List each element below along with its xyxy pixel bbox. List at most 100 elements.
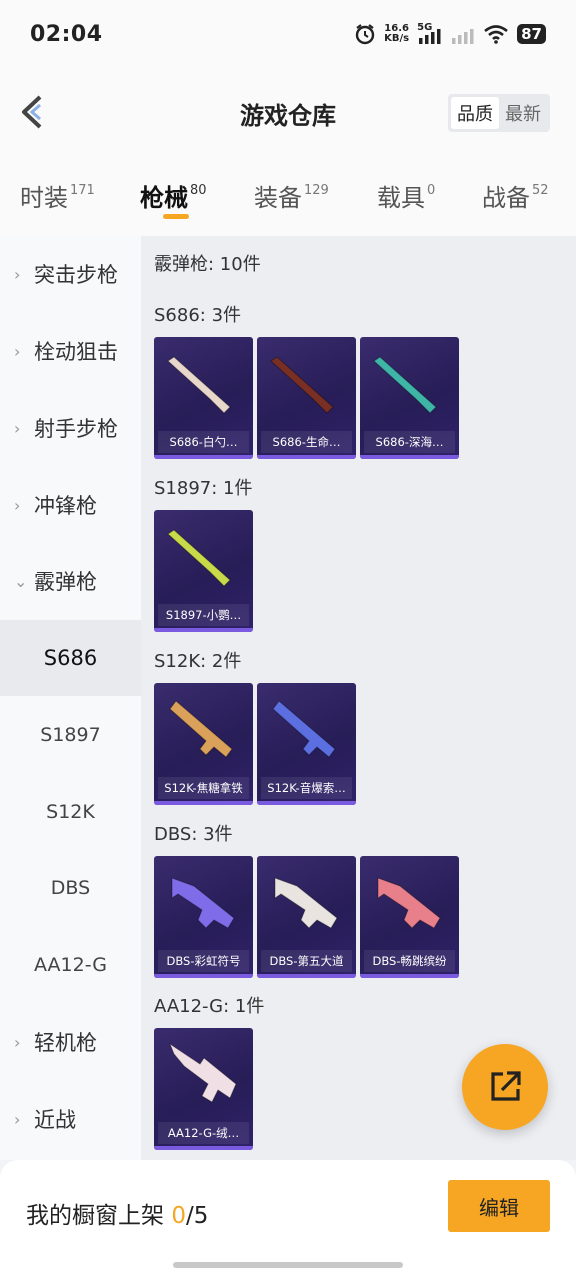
item-card[interactable]: DBS-畅跳缤纷 — [360, 856, 459, 978]
category-summary: 霰弹枪: 10件 — [154, 254, 261, 275]
chevron-right-icon: › — [14, 264, 21, 284]
tab-vehicles[interactable]: 载具 0 — [377, 178, 435, 213]
sidebar-item-lmg[interactable]: › 轻机枪 — [0, 1004, 141, 1080]
sidebar-item-label: S12K — [46, 801, 95, 823]
item-name: S686-生命… — [261, 431, 352, 453]
header: 游戏仓库 品质 最新 — [0, 68, 576, 156]
category-tabs: 时装 171 枪械 80 装备 129 载具 0 战备 52 — [0, 156, 576, 236]
item-card[interactable]: DBS-第五大道 — [257, 856, 356, 978]
item-card[interactable]: S12K-焦糖拿铁 — [154, 683, 253, 805]
sort-toggle: 品质 最新 — [448, 94, 550, 132]
auto-shotgun-icon — [168, 1042, 237, 1103]
item-name: S686-深海… — [364, 431, 455, 453]
alarm-icon — [355, 24, 375, 45]
sidebar-item-smg[interactable]: › 冲锋枪 — [0, 467, 141, 543]
item-card[interactable]: S1897-小鹦… — [154, 510, 253, 632]
item-name: S1897-小鹦… — [158, 604, 249, 626]
group-title: S12K: 2件 — [154, 651, 242, 672]
sidebar-item-label: 冲锋枪 — [34, 494, 97, 518]
tab-supplies[interactable]: 战备 52 — [482, 178, 549, 213]
bottom-bar: 我的橱窗上架 0/5 编辑 — [0, 1160, 576, 1280]
tab-firearms[interactable]: 枪械 80 — [140, 178, 207, 213]
bullpup-shotgun-icon — [377, 877, 441, 929]
tab-count: 52 — [532, 183, 549, 198]
tab-fashion[interactable]: 时装 171 — [20, 178, 95, 213]
rifle-shotgun-icon — [272, 700, 336, 758]
sidebar-item-label: 突击步枪 — [34, 263, 118, 287]
group-title: S686: 3件 — [154, 305, 242, 326]
item-name: DBS-畅跳缤纷 — [364, 950, 455, 972]
sidebar-item-bolt-sniper[interactable]: › 栓动狙击 — [0, 313, 141, 389]
item-card[interactable]: S12K-音爆索… — [257, 683, 356, 805]
item-card[interactable]: S686-生命… — [257, 337, 356, 459]
sidebar-item-marksman-rifle[interactable]: › 射手步枪 — [0, 390, 141, 466]
item-name: AA12-G-绒… — [158, 1122, 249, 1144]
item-name: DBS-彩虹符号 — [158, 950, 249, 972]
sidebar-item-label: S686 — [43, 646, 98, 670]
group-title: S1897: 1件 — [154, 478, 253, 499]
showcase-status: 我的橱窗上架 0/5 — [26, 1196, 208, 1230]
tab-count: 129 — [304, 183, 329, 198]
content-area: 霰弹枪: 10件 S686: 3件 S686-白勺… S686-生命… S686… — [141, 236, 576, 1160]
status-time: 02:04 — [30, 21, 103, 47]
battery-indicator: 87 — [517, 24, 546, 44]
shotgun-icon — [167, 356, 231, 414]
share-export-icon — [491, 1071, 521, 1101]
sidebar-sub-s12k[interactable]: S12K — [0, 774, 141, 850]
shotgun-icon — [373, 356, 437, 414]
chevron-down-icon: ⌄ — [14, 571, 28, 591]
sidebar-item-melee[interactable]: › 近战 — [0, 1081, 141, 1157]
edit-button[interactable]: 编辑 — [448, 1180, 550, 1232]
sidebar: › 突击步枪 › 栓动狙击 › 射手步枪 › 冲锋枪 ⌄ 霰弹枪 S686 S1897 S… — [0, 236, 141, 1160]
item-card[interactable]: S686-深海… — [360, 337, 459, 459]
wifi-icon — [484, 25, 508, 44]
sidebar-item-assault-rifle[interactable]: › 突击步枪 — [0, 236, 141, 312]
showcase-total: /5 — [185, 1203, 209, 1229]
signal-weak-icon — [452, 29, 474, 44]
chevron-right-icon: › — [14, 1032, 21, 1052]
group-title: DBS: 3件 — [154, 824, 233, 845]
group-title: AA12-G: 1件 — [154, 996, 265, 1017]
signal-5g: 5G — [417, 22, 443, 45]
signal-strong-icon — [419, 29, 441, 44]
tab-label: 装备 — [254, 184, 302, 212]
shotgun-icon — [167, 529, 231, 587]
sidebar-item-shotgun[interactable]: ⌄ 霰弹枪 — [0, 543, 141, 619]
sidebar-sub-aa12g[interactable]: AA12-G — [0, 927, 141, 1003]
showcase-label: 我的橱窗上架 — [26, 1203, 164, 1229]
item-name: DBS-第五大道 — [261, 950, 352, 972]
net-speed: 16.6 KB/s — [384, 24, 409, 44]
chevron-right-icon: › — [14, 1109, 21, 1129]
item-card[interactable]: S686-白勺… — [154, 337, 253, 459]
tab-label: 时装 — [20, 184, 68, 212]
active-tab-indicator — [163, 214, 189, 219]
tab-count: 171 — [70, 183, 95, 198]
sort-quality-button[interactable]: 品质 — [451, 97, 499, 129]
tab-count: 0 — [427, 183, 436, 198]
item-name: S12K-焦糖拿铁 — [158, 777, 249, 799]
sidebar-item-label: AA12-G — [34, 954, 107, 976]
sort-newest-button[interactable]: 最新 — [499, 97, 547, 129]
home-indicator[interactable] — [173, 1262, 403, 1268]
sidebar-sub-s686[interactable]: S686 — [0, 620, 141, 696]
sidebar-item-label: 霰弹枪 — [34, 570, 97, 594]
showcase-count: 0 — [171, 1203, 186, 1229]
tab-label: 载具 — [377, 184, 425, 212]
tab-count: 80 — [190, 183, 207, 198]
sidebar-item-label: DBS — [50, 877, 91, 899]
chevron-right-icon: › — [14, 418, 21, 438]
item-name: S12K-音爆索… — [261, 777, 352, 799]
tab-equipment[interactable]: 装备 129 — [254, 178, 329, 213]
sidebar-sub-dbs[interactable]: DBS — [0, 850, 141, 926]
item-card[interactable]: DBS-彩虹符号 — [154, 856, 253, 978]
bullpup-shotgun-icon — [171, 877, 235, 929]
sidebar-item-label: 射手步枪 — [34, 417, 118, 441]
rifle-shotgun-icon — [169, 700, 233, 758]
share-export-button[interactable] — [462, 1044, 548, 1130]
sidebar-sub-s1897[interactable]: S1897 — [0, 697, 141, 773]
item-card[interactable]: AA12-G-绒… — [154, 1028, 253, 1150]
tab-label: 枪械 — [140, 184, 188, 212]
shotgun-icon — [270, 356, 334, 414]
system-icons: 16.6 KB/s 5G 87 — [354, 22, 546, 45]
sidebar-item-label: 近战 — [34, 1108, 76, 1132]
